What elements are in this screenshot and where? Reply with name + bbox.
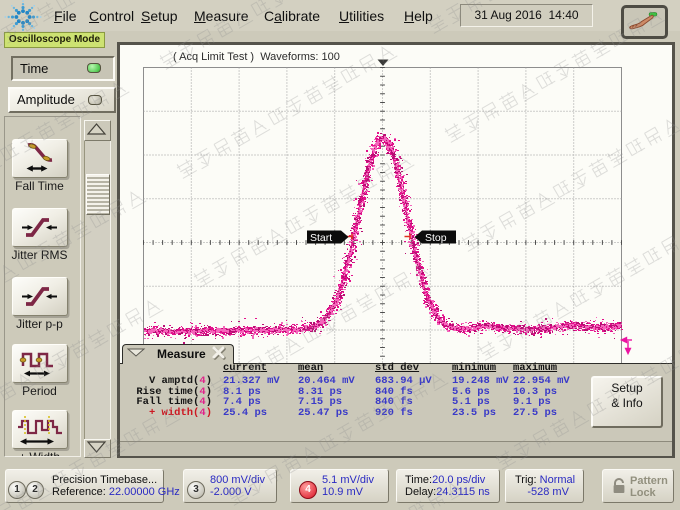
svg-text:Stop: Stop: [425, 232, 447, 244]
svg-text:Start: Start: [310, 232, 332, 244]
